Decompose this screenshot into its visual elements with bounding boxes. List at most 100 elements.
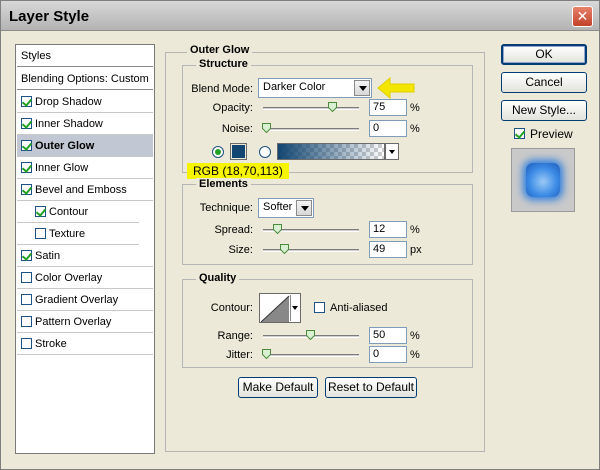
satin-checkbox[interactable] <box>21 250 32 261</box>
opacity-input[interactable]: 75 <box>369 99 407 116</box>
gradient-preview[interactable] <box>277 143 385 160</box>
technique-value: Softer <box>263 201 293 213</box>
cancel-button[interactable]: Cancel <box>501 72 587 93</box>
size-input[interactable]: 49 <box>369 241 407 258</box>
style-item-label: Inner Glow <box>35 162 89 174</box>
gradient-dropdown[interactable] <box>385 143 399 160</box>
opacity-label: Opacity: <box>212 102 253 114</box>
preview-checkbox[interactable] <box>514 128 525 139</box>
size-unit: px <box>410 244 422 256</box>
preview-label: Preview <box>530 127 573 141</box>
opacity-unit: % <box>410 102 420 114</box>
style-item-outer-glow[interactable]: Outer Glow <box>17 135 153 157</box>
style-item-pattern-overlay[interactable]: Pattern Overlay <box>17 311 153 333</box>
inner-shadow-checkbox[interactable] <box>21 118 32 129</box>
noise-input[interactable]: 0 <box>369 120 407 137</box>
contour-preview[interactable] <box>259 293 301 323</box>
gradient-overlay-checkbox[interactable] <box>21 294 32 305</box>
close-button[interactable]: ✕ <box>572 6 593 27</box>
range-input[interactable]: 50 <box>369 327 407 344</box>
spread-label: Spread: <box>214 224 253 236</box>
layer-style-dialog: Layer Style ✕ Styles Blending Options: C… <box>0 0 600 470</box>
chevron-down-icon[interactable] <box>296 200 312 216</box>
noise-unit: % <box>410 123 420 135</box>
spread-input[interactable]: 12 <box>369 221 407 238</box>
quality-title: Quality <box>196 272 240 284</box>
style-item-label: Inner Shadow <box>35 118 103 130</box>
styles-header[interactable]: Styles <box>17 45 153 67</box>
blending-options-item[interactable]: Blending Options: Custom <box>17 68 153 90</box>
range-unit: % <box>410 330 420 342</box>
outer-glow-checkbox[interactable] <box>21 140 32 151</box>
styles-list: Styles Blending Options: Custom Drop Sha… <box>15 44 155 454</box>
arrow-left-icon <box>377 77 415 99</box>
style-item-color-overlay[interactable]: Color Overlay <box>17 267 153 289</box>
style-item-label: Contour <box>49 206 89 218</box>
window-title: Layer Style <box>9 8 90 25</box>
style-item-label: Texture <box>49 228 86 240</box>
contour-dropdown[interactable] <box>290 295 299 321</box>
anti-aliased-checkbox[interactable] <box>314 302 325 313</box>
ok-button[interactable]: OK <box>501 44 587 65</box>
size-slider-handle[interactable] <box>279 244 289 254</box>
chevron-down-icon <box>292 306 298 310</box>
style-item-contour[interactable]: Contour <box>17 201 139 223</box>
style-item-label: Color Overlay <box>35 272 103 284</box>
contour-curve-icon <box>261 295 290 322</box>
inner-glow-checkbox[interactable] <box>21 162 32 173</box>
texture-checkbox[interactable] <box>35 228 46 239</box>
spread-unit: % <box>410 224 420 236</box>
style-item-gradient-overlay[interactable]: Gradient Overlay <box>17 289 153 311</box>
title-bar[interactable]: Layer Style ✕ <box>1 1 599 31</box>
range-label: Range: <box>217 330 253 342</box>
size-slider[interactable] <box>263 249 359 252</box>
jitter-slider[interactable] <box>263 354 359 357</box>
blend-mode-value: Darker Color <box>263 81 326 93</box>
color-overlay-checkbox[interactable] <box>21 272 32 283</box>
style-item-bevel-emboss[interactable]: Bevel and Emboss <box>17 179 153 201</box>
outer-glow-title: Outer Glow <box>187 44 253 56</box>
preview-swatch <box>526 163 560 197</box>
chevron-down-icon[interactable] <box>354 80 370 96</box>
rgb-annotation: RGB (18,70,113) <box>187 163 289 179</box>
anti-aliased-label: Anti-aliased <box>330 302 388 314</box>
style-item-label: Drop Shadow <box>35 96 102 108</box>
style-item-stroke[interactable]: Stroke <box>17 333 153 355</box>
jitter-slider-handle[interactable] <box>262 349 271 359</box>
style-item-drop-shadow[interactable]: Drop Shadow <box>17 91 153 113</box>
range-slider-handle[interactable] <box>306 330 315 340</box>
opacity-slider-handle[interactable] <box>328 102 337 112</box>
style-item-satin[interactable]: Satin <box>17 245 153 267</box>
elements-title: Elements <box>196 178 251 190</box>
new-style-button[interactable]: New Style... <box>501 100 587 121</box>
jitter-input[interactable]: 0 <box>369 346 407 363</box>
size-label: Size: <box>228 244 253 256</box>
noise-label: Noise: <box>221 123 253 135</box>
noise-slider[interactable] <box>263 128 359 131</box>
glow-color-fill <box>232 145 245 158</box>
spread-slider-handle[interactable] <box>272 224 282 234</box>
noise-slider-handle[interactable] <box>262 123 271 133</box>
style-item-texture[interactable]: Texture <box>17 223 139 245</box>
make-default-button[interactable]: Make Default <box>238 377 318 398</box>
technique-select[interactable]: Softer <box>258 198 314 218</box>
bevel-emboss-checkbox[interactable] <box>21 184 32 195</box>
contour-label: Contour: <box>210 302 253 314</box>
style-item-inner-glow[interactable]: Inner Glow <box>17 157 153 179</box>
reset-default-button[interactable]: Reset to Default <box>325 377 417 398</box>
gradient-radio[interactable] <box>259 146 271 158</box>
chevron-down-icon <box>389 150 395 154</box>
jitter-unit: % <box>410 349 420 361</box>
solid-color-radio[interactable] <box>212 146 224 158</box>
drop-shadow-checkbox[interactable] <box>21 96 32 107</box>
pattern-overlay-checkbox[interactable] <box>21 316 32 327</box>
opacity-slider[interactable] <box>263 107 359 110</box>
glow-color-swatch[interactable] <box>230 143 247 160</box>
contour-checkbox[interactable] <box>35 206 46 217</box>
stroke-checkbox[interactable] <box>21 338 32 349</box>
blend-mode-select[interactable]: Darker Color <box>258 78 372 98</box>
style-item-label: Bevel and Emboss <box>35 184 127 196</box>
style-item-inner-shadow[interactable]: Inner Shadow <box>17 113 153 135</box>
style-item-label: Stroke <box>35 338 67 350</box>
structure-title: Structure <box>196 58 251 70</box>
